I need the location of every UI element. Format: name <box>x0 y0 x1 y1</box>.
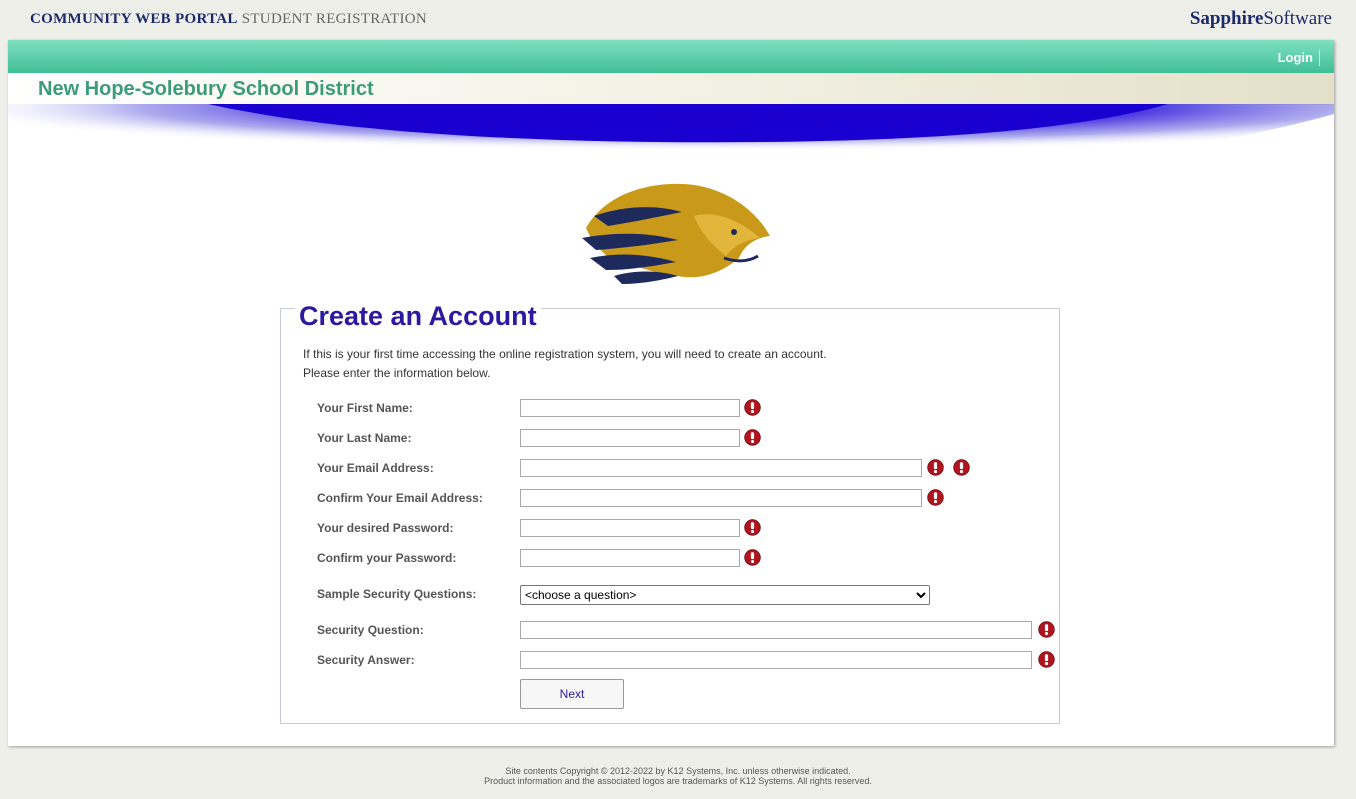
security-answer-input[interactable] <box>520 651 1032 669</box>
security-question-input[interactable] <box>520 621 1032 639</box>
confirm-password-label: Confirm your Password: <box>317 551 457 565</box>
required-icon <box>1038 651 1055 668</box>
password-input[interactable] <box>520 519 740 537</box>
portal-subtitle: STUDENT REGISTRATION <box>241 11 428 27</box>
confirm-email-label: Confirm Your Email Address: <box>317 491 483 505</box>
required-icon <box>744 399 761 416</box>
form-title: Create an Account <box>295 301 541 332</box>
district-bar: New Hope-Solebury School District <box>8 73 1334 105</box>
required-icon <box>744 519 761 536</box>
intro-line-1: If this is your first time accessing the… <box>303 347 827 361</box>
form-intro: If this is your first time accessing the… <box>303 345 827 383</box>
security-question-label: Security Question: <box>317 623 424 637</box>
main-frame: Login New Hope-Solebury School District … <box>8 40 1334 746</box>
nav-bar: Login <box>8 40 1334 73</box>
required-icon <box>927 489 944 506</box>
next-button[interactable]: Next <box>520 679 624 709</box>
banner-swoosh <box>8 104 1334 177</box>
footer: Site contents Copyright © 2012-2022 by K… <box>0 766 1356 786</box>
create-account-panel: Create an Account If this is your first … <box>280 301 1060 724</box>
last-name-input[interactable] <box>520 429 740 447</box>
last-name-label: Your Last Name: <box>317 431 412 445</box>
first-name-label: Your First Name: <box>317 401 413 415</box>
brand-light-text: Software <box>1263 8 1332 29</box>
required-icon <box>1038 621 1055 638</box>
password-label: Your desired Password: <box>317 521 454 535</box>
required-icon <box>744 549 761 566</box>
first-name-input[interactable] <box>520 399 740 417</box>
email-label: Your Email Address: <box>317 461 434 475</box>
footer-trademark: Product information and the associated l… <box>484 776 872 786</box>
top-brand-bar: COMMUNITY WEB PORTAL STUDENT REGISTRATION… <box>0 0 1356 40</box>
confirm-email-input[interactable] <box>520 489 922 507</box>
required-icon <box>927 459 944 476</box>
confirm-password-input[interactable] <box>520 549 740 567</box>
portal-title: COMMUNITY WEB PORTAL STUDENT REGISTRATION <box>30 11 427 28</box>
district-name: New Hope-Solebury School District <box>38 78 374 100</box>
sample-questions-select[interactable]: <choose a question> <box>520 585 930 605</box>
invalid-email-icon <box>953 459 970 476</box>
intro-line-2: Please enter the information below. <box>303 366 491 380</box>
login-link[interactable]: Login <box>1278 50 1320 66</box>
security-answer-label: Security Answer: <box>317 653 415 667</box>
lion-mascot-logo <box>582 183 770 284</box>
email-input[interactable] <box>520 459 922 477</box>
portal-title-bold: COMMUNITY WEB PORTAL <box>30 11 238 27</box>
footer-copyright: Site contents Copyright © 2012-2022 by K… <box>505 766 851 776</box>
sample-questions-label: Sample Security Questions: <box>317 587 477 601</box>
brand-bold-text: Sapphire <box>1189 8 1264 29</box>
required-icon <box>744 429 761 446</box>
sapphire-logo: SapphireSoftware <box>1190 8 1332 30</box>
